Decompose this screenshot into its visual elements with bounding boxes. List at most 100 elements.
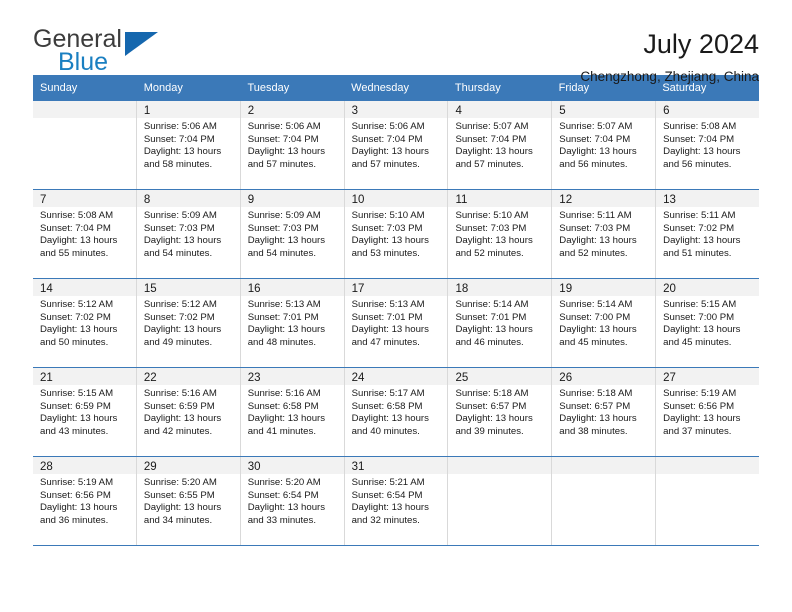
detail-daylight-2: and 56 minutes.	[559, 158, 628, 170]
detail-daylight-2: and 57 minutes.	[247, 158, 316, 170]
detail-sunrise: Sunrise: 5:07 AM	[559, 121, 633, 132]
day-cell[interactable]: 3 Sunrise: 5:06 AM Sunset: 7:04 PM Daylight…	[344, 101, 449, 189]
day-cell[interactable]: 30 Sunrise: 5:20 AM Sunset: 6:54 PM Dayligh…	[240, 457, 345, 545]
day-details: Sunrise: 5:10 AM Sunset: 7:03 PM Daylight:…	[345, 207, 448, 260]
day-number-band: 12	[552, 190, 656, 207]
day-number: 4	[455, 105, 462, 117]
week-cells: 28 Sunrise: 5:19 AM Sunset: 6:56 PM Dayligh…	[33, 457, 760, 545]
detail-sunrise: Sunrise: 5:10 AM	[455, 210, 529, 221]
detail-daylight-2: and 32 minutes.	[351, 514, 420, 526]
day-number: 21	[40, 372, 53, 384]
calendar-week-row: 7 Sunrise: 5:08 AM Sunset: 7:04 PM Daylight…	[33, 190, 760, 279]
day-cell[interactable]: 18 Sunrise: 5:14 AM Sunset: 7:01 PM Dayligh…	[448, 279, 553, 367]
detail-sunset: Sunset: 7:01 PM	[455, 311, 527, 323]
day-cell[interactable]: 19 Sunrise: 5:14 AM Sunset: 7:00 PM Dayligh…	[552, 279, 657, 367]
day-cell[interactable]: 13 Sunrise: 5:11 AM Sunset: 7:02 PM Dayligh…	[656, 190, 760, 278]
day-number-band: 11	[448, 190, 552, 207]
day-number-band: 23	[240, 368, 344, 385]
day-details: Sunrise: 5:09 AM Sunset: 7:03 PM Daylight:…	[241, 207, 344, 260]
weekday-header-tuesday: Tuesday	[247, 82, 290, 94]
day-cell[interactable]: 2 Sunrise: 5:06 AM Sunset: 7:04 PM Daylight…	[240, 101, 345, 189]
day-number-band: 4	[448, 101, 552, 118]
day-details: Sunrise: 5:07 AM Sunset: 7:04 PM Daylight:…	[448, 118, 551, 171]
day-number-band: 15	[136, 279, 240, 296]
day-number: 8	[143, 194, 151, 206]
day-number: 1	[143, 105, 151, 117]
day-number-band: 30	[240, 457, 344, 474]
day-cell[interactable]: 14 Sunrise: 5:12 AM Sunset: 7:02 PM Dayligh…	[33, 279, 137, 367]
detail-daylight-1: Daylight: 13 hours	[247, 413, 326, 425]
day-number: 9	[247, 194, 255, 206]
day-cell[interactable]: 26 Sunrise: 5:18 AM Sunset: 6:57 PM Dayligh…	[552, 368, 657, 456]
weekday-header-wednesday: Wednesday	[351, 82, 410, 94]
day-cell[interactable]: 29 Sunrise: 5:20 AM Sunset: 6:55 PM Dayligh…	[136, 457, 241, 545]
day-details: Sunrise: 5:14 AM Sunset: 7:01 PM Daylight:…	[448, 296, 551, 349]
day-cell[interactable]: 11 Sunrise: 5:10 AM Sunset: 7:03 PM Dayligh…	[448, 190, 553, 278]
day-cell[interactable]: 21 Sunrise: 5:15 AM Sunset: 6:59 PM Dayligh…	[33, 368, 137, 456]
detail-sunset: Sunset: 6:58 PM	[351, 400, 423, 412]
detail-daylight-1: Daylight: 13 hours	[247, 235, 326, 247]
day-cell[interactable]: 7 Sunrise: 5:08 AM Sunset: 7:04 PM Daylight…	[33, 190, 137, 278]
day-cell[interactable]: 10 Sunrise: 5:10 AM Sunset: 7:03 PM Dayligh…	[344, 190, 449, 278]
detail-daylight-1: Daylight: 13 hours	[143, 413, 222, 425]
day-cell[interactable]: 27 Sunrise: 5:19 AM Sunset: 6:56 PM Dayligh…	[656, 368, 760, 456]
day-cell[interactable]: 5 Sunrise: 5:07 AM Sunset: 7:04 PM Daylight…	[552, 101, 657, 189]
detail-daylight-1: Daylight: 13 hours	[559, 413, 637, 425]
day-number-band: 24	[344, 368, 448, 385]
day-number: 29	[143, 461, 157, 473]
detail-daylight-2: and 52 minutes.	[455, 247, 524, 259]
day-number: 28	[40, 461, 53, 473]
detail-daylight-2: and 49 minutes.	[143, 336, 213, 348]
day-number: 3	[351, 105, 358, 117]
day-cell[interactable]: 1 Sunrise: 5:06 AM Sunset: 7:04 PM Daylight…	[136, 101, 241, 189]
day-number: 24	[351, 372, 365, 384]
detail-sunrise: Sunrise: 5:12 AM	[143, 299, 217, 310]
day-number: 19	[559, 283, 573, 295]
day-number-band: 14	[33, 279, 136, 296]
detail-daylight-1: Daylight: 13 hours	[247, 502, 326, 514]
detail-daylight-1: Daylight: 13 hours	[40, 324, 118, 336]
detail-sunrise: Sunrise: 5:20 AM	[143, 477, 217, 488]
day-number-band: 27	[656, 368, 760, 385]
day-cell[interactable]: 9 Sunrise: 5:09 AM Sunset: 7:03 PM Daylight…	[240, 190, 345, 278]
day-number: 11	[455, 194, 468, 206]
day-cell-empty	[33, 101, 137, 189]
day-cell[interactable]: 20 Sunrise: 5:15 AM Sunset: 7:00 PM Dayligh…	[656, 279, 760, 367]
day-number-band: 21	[33, 368, 136, 385]
day-cell[interactable]: 24 Sunrise: 5:17 AM Sunset: 6:58 PM Dayligh…	[344, 368, 449, 456]
detail-daylight-2: and 45 minutes.	[559, 336, 628, 348]
day-cell[interactable]: 17 Sunrise: 5:13 AM Sunset: 7:01 PM Dayligh…	[344, 279, 449, 367]
day-details: Sunrise: 5:16 AM Sunset: 6:58 PM Daylight:…	[241, 385, 344, 438]
detail-sunrise: Sunrise: 5:13 AM	[247, 299, 321, 310]
day-number-band: 10	[344, 190, 448, 207]
day-number: 31	[351, 461, 365, 473]
day-number-band: 6	[656, 101, 760, 118]
day-cell[interactable]: 28 Sunrise: 5:19 AM Sunset: 6:56 PM Dayligh…	[33, 457, 137, 545]
calendar-week-row: 14 Sunrise: 5:12 AM Sunset: 7:02 PM Dayligh…	[33, 279, 760, 368]
detail-sunset: Sunset: 7:04 PM	[455, 133, 527, 145]
detail-daylight-1: Daylight: 13 hours	[247, 324, 326, 336]
detail-daylight-2: and 56 minutes.	[663, 158, 732, 170]
day-cell[interactable]: 25 Sunrise: 5:18 AM Sunset: 6:57 PM Dayligh…	[448, 368, 553, 456]
detail-daylight-1: Daylight: 13 hours	[143, 324, 222, 336]
day-cell[interactable]: 31 Sunrise: 5:21 AM Sunset: 6:54 PM Dayligh…	[344, 457, 449, 545]
day-cell[interactable]: 6 Sunrise: 5:08 AM Sunset: 7:04 PM Daylight…	[656, 101, 760, 189]
day-cell[interactable]: 22 Sunrise: 5:16 AM Sunset: 6:59 PM Dayligh…	[136, 368, 241, 456]
day-cell[interactable]: 16 Sunrise: 5:13 AM Sunset: 7:01 PM Dayligh…	[240, 279, 345, 367]
day-cell[interactable]: 12 Sunrise: 5:11 AM Sunset: 7:03 PM Dayligh…	[552, 190, 657, 278]
day-cell[interactable]: 8 Sunrise: 5:09 AM Sunset: 7:03 PM Daylight…	[136, 190, 241, 278]
day-cell[interactable]: 23 Sunrise: 5:16 AM Sunset: 6:58 PM Dayligh…	[240, 368, 345, 456]
day-cell[interactable]: 4 Sunrise: 5:07 AM Sunset: 7:04 PM Daylight…	[448, 101, 553, 189]
detail-sunset: Sunset: 7:04 PM	[40, 222, 111, 234]
detail-sunrise: Sunrise: 5:06 AM	[351, 121, 425, 132]
detail-sunset: Sunset: 7:03 PM	[559, 222, 631, 234]
day-number: 14	[40, 283, 53, 295]
detail-daylight-2: and 48 minutes.	[247, 336, 316, 348]
day-number: 10	[351, 194, 365, 206]
week-separator	[33, 545, 759, 546]
detail-sunrise: Sunrise: 5:19 AM	[40, 477, 114, 488]
day-cell[interactable]: 15 Sunrise: 5:12 AM Sunset: 7:02 PM Dayligh…	[136, 279, 241, 367]
detail-daylight-2: and 40 minutes.	[351, 425, 420, 437]
detail-daylight-1: Daylight: 13 hours	[559, 235, 637, 247]
detail-sunset: Sunset: 6:56 PM	[40, 489, 111, 501]
